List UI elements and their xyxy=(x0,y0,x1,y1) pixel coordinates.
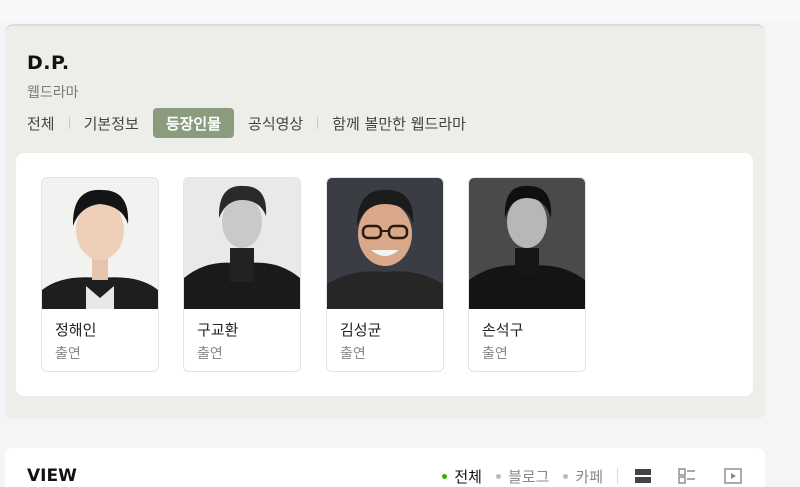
tab-all[interactable]: 전체 xyxy=(19,108,63,138)
cast-card[interactable]: 구교환 출연 xyxy=(183,177,301,372)
actor-name: 정해인 xyxy=(55,321,97,339)
grid-view-icon[interactable] xyxy=(677,466,697,486)
bullet-icon xyxy=(563,474,569,479)
tab-official-video[interactable]: 공식영상 xyxy=(240,108,311,138)
view-section: VIEW 전체 블로그 카페 xyxy=(5,448,765,487)
filter-label: 전체 xyxy=(454,468,482,486)
actor-photo xyxy=(327,178,443,309)
cast-card[interactable]: 김성균 출연 xyxy=(326,177,444,372)
video-view-icon[interactable] xyxy=(723,466,743,486)
cast-card[interactable]: 정해인 출연 xyxy=(41,177,159,372)
filter-blog[interactable]: 블로그 xyxy=(495,466,550,487)
actor-name: 구교환 xyxy=(197,321,239,339)
list-view-icon[interactable] xyxy=(633,466,653,486)
actor-role: 출연 xyxy=(197,346,223,362)
bullet-icon xyxy=(442,474,448,479)
actor-photo xyxy=(42,178,158,309)
filter-all[interactable]: 전체 xyxy=(442,466,482,487)
page-title: D.P. xyxy=(27,52,70,74)
filter-label: 카페 xyxy=(575,468,603,486)
actor-name: 김성균 xyxy=(340,321,382,339)
filter-label: 블로그 xyxy=(507,468,550,486)
page-subtitle: 웹드라마 xyxy=(27,85,79,101)
actor-photo xyxy=(469,178,585,309)
tab-characters[interactable]: 등장인물 xyxy=(152,108,235,138)
actor-role: 출연 xyxy=(482,346,508,362)
actor-photo xyxy=(184,178,300,309)
top-strip xyxy=(0,0,800,22)
view-separator xyxy=(617,468,618,484)
tab-separator xyxy=(317,117,319,129)
tab-bar: 전체 기본정보 등장인물 공식영상 함께 볼만한 웹드라마 xyxy=(19,108,474,138)
actor-role: 출연 xyxy=(340,346,366,362)
view-title: VIEW xyxy=(27,466,77,486)
actor-name: 손석구 xyxy=(482,321,524,339)
tab-separator xyxy=(68,117,70,129)
cast-card[interactable]: 손석구 출연 xyxy=(468,177,586,372)
bullet-icon xyxy=(495,474,501,479)
tab-basic-info[interactable]: 기본정보 xyxy=(76,108,147,138)
filter-cafe[interactable]: 카페 xyxy=(563,466,603,487)
tab-related-dramas[interactable]: 함께 볼만한 웹드라마 xyxy=(324,108,474,138)
actor-role: 출연 xyxy=(55,346,81,362)
info-panel: D.P. 웹드라마 전체 기본정보 등장인물 공식영상 함께 볼만한 웹드라마 … xyxy=(5,24,765,419)
view-filters: 전체 블로그 카페 xyxy=(442,466,603,487)
cast-list: 정해인 출연 구교환 출연 김성균 출연 손석구 출연 xyxy=(16,153,753,396)
